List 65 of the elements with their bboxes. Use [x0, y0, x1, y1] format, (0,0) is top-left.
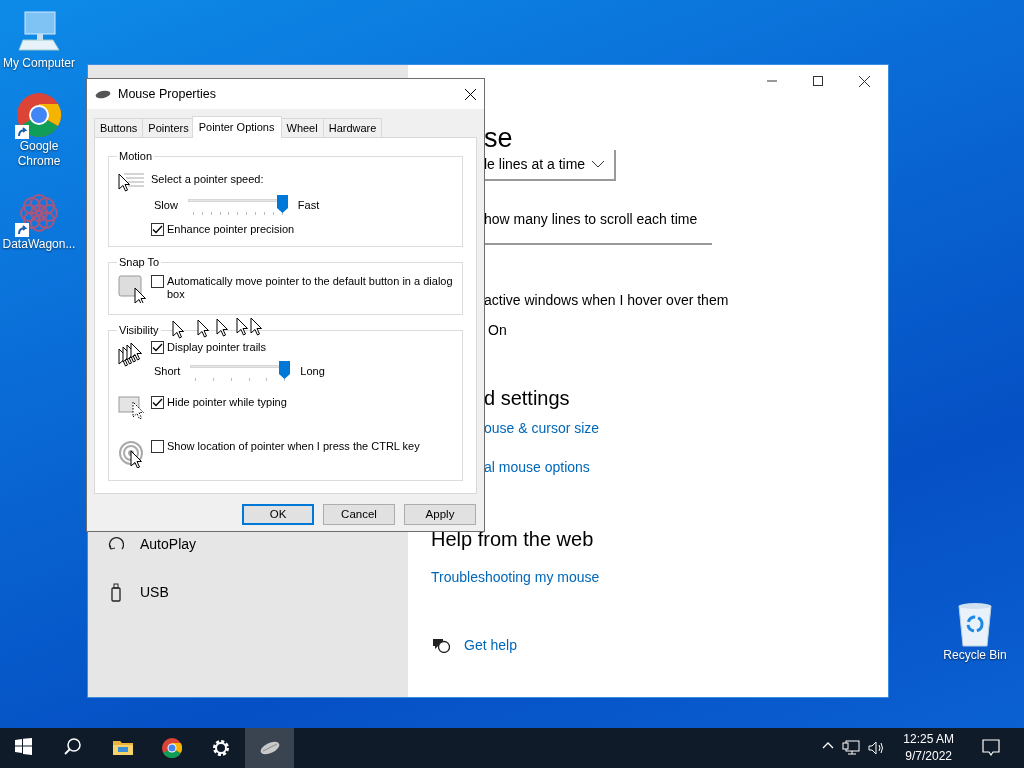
checkbox-label: Hide pointer while typing: [167, 396, 287, 409]
clock[interactable]: 12:25 AM 9/7/2022: [893, 731, 964, 765]
link[interactable]: Get help: [464, 635, 517, 655]
close-icon[interactable]: [465, 88, 476, 100]
desktop-icon-label[interactable]: DataWagon...: [2, 237, 76, 252]
setting-label: active windows when I hover over them: [484, 291, 730, 310]
dialog-button[interactable]: Apply: [404, 504, 476, 525]
mouse-icon: [95, 89, 111, 99]
taskbar-button[interactable]: [245, 728, 294, 768]
help-icon: [432, 637, 450, 653]
checkbox[interactable]: [151, 396, 164, 409]
dialog-button[interactable]: Cancel: [323, 504, 395, 525]
group-label: Visibility: [117, 324, 161, 337]
sidebar-item[interactable]: USB: [140, 581, 169, 603]
checkbox[interactable]: [151, 222, 164, 236]
slider-label: Short: [154, 364, 181, 380]
tab[interactable]: Buttons: [94, 118, 144, 137]
chrome-icon: [15, 91, 63, 139]
slider[interactable]: [187, 194, 288, 216]
checkbox-label: Show location of pointer when I press the CTRL key: [167, 440, 420, 453]
volume-icon[interactable]: [868, 740, 886, 756]
network-icon[interactable]: [842, 740, 861, 756]
shortcut-arrow-icon: [15, 125, 29, 139]
link[interactable]: Troubleshooting my mouse: [431, 567, 600, 587]
snap-pointer-icon: [118, 275, 146, 303]
link[interactable]: ouse & cursor size: [484, 418, 888, 438]
folder-icon: [112, 738, 133, 758]
dialog-button[interactable]: OK: [242, 504, 314, 525]
checkbox-label: Automatically move pointer to the default button in a dialog box: [167, 275, 454, 301]
notification-icon[interactable]: [982, 739, 1000, 757]
tab[interactable]: Pointer Options: [191, 116, 282, 138]
chrome-icon: [161, 738, 182, 758]
checkbox-label: Enhance pointer precision: [167, 222, 295, 236]
desktop-icon-label[interactable]: Google Chrome: [0, 139, 78, 169]
section-heading: d settings: [484, 386, 571, 411]
checkbox[interactable]: [151, 440, 164, 453]
gear-icon: [210, 738, 231, 758]
close-icon[interactable]: [859, 75, 870, 87]
group-label: Motion: [117, 150, 155, 163]
group-label: Snap To: [117, 256, 162, 269]
link[interactable]: al mouse options: [484, 457, 888, 477]
toggle-label: On: [488, 321, 508, 340]
field-label: Select a pointer speed:: [151, 172, 265, 187]
slider-label: Fast: [297, 197, 320, 213]
section-heading: Help from the web: [431, 527, 595, 552]
sidebar-item[interactable]: AutoPlay: [140, 533, 197, 555]
start-icon: [14, 738, 35, 758]
checkbox[interactable]: [151, 341, 164, 354]
desktop-icon-label[interactable]: My Computer: [3, 56, 75, 71]
usb-icon: [108, 582, 124, 602]
shortcut-arrow-icon: [15, 223, 29, 237]
maximize-icon[interactable]: [813, 76, 823, 86]
setting-label: how many lines to scroll each time: [484, 210, 699, 229]
slider-thumb[interactable]: [276, 194, 288, 213]
slider-label: Long: [300, 364, 325, 380]
slider[interactable]: [190, 361, 291, 382]
chevron-down-icon: [592, 161, 604, 168]
slider-thumb[interactable]: [279, 361, 291, 379]
slider-label: Slow: [154, 197, 178, 213]
checkbox-label: Display pointer trails: [167, 341, 267, 354]
window-title: Mouse Properties: [118, 85, 217, 103]
tab[interactable]: Hardware: [322, 118, 383, 137]
checkbox[interactable]: [151, 275, 164, 288]
desktop-icon-label[interactable]: Recycle Bin: [943, 648, 1007, 663]
pointer-location-icon: [118, 440, 146, 468]
